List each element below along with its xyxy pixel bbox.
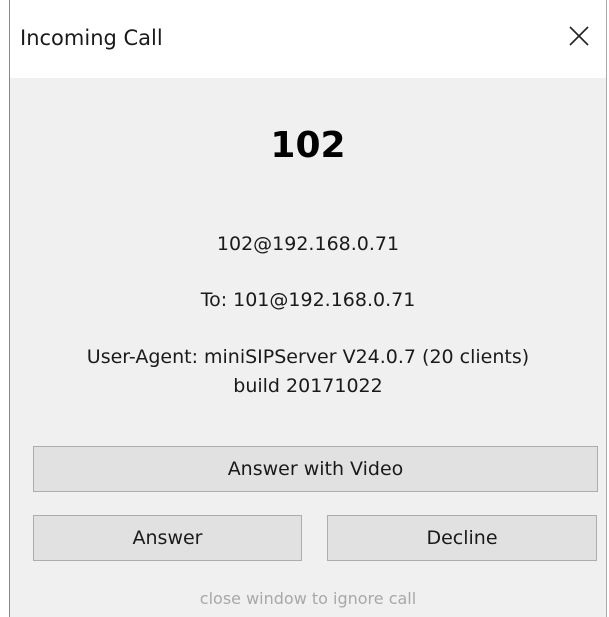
caller-name: 102 [270,125,346,166]
decline-button[interactable]: Decline [327,515,597,561]
close-icon [569,26,589,46]
title-bar: Incoming Call [10,0,606,78]
answer-button[interactable]: Answer [33,515,302,561]
user-agent-build: build 20171022 [233,375,383,397]
close-button[interactable] [552,10,606,62]
answer-with-video-button[interactable]: Answer with Video [33,446,598,492]
incoming-call-window: Incoming Call 102 102@192.168.0.71 To: 1… [9,0,607,617]
callee-uri: To: 101@192.168.0.71 [200,289,416,311]
user-agent-line: User-Agent: miniSIPServer V24.0.7 (20 cl… [86,346,530,368]
window-title: Incoming Call [20,26,163,50]
ignore-call-hint: close window to ignore call [199,589,417,608]
caller-uri: 102@192.168.0.71 [216,233,400,255]
